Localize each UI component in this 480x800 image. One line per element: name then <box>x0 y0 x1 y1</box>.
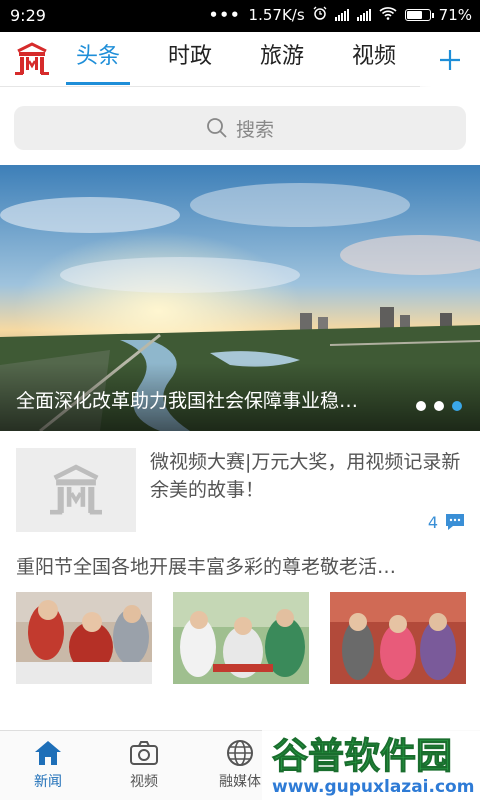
news-photo <box>16 592 152 684</box>
plus-icon <box>440 49 460 70</box>
alarm-icon <box>313 6 327 24</box>
news-item[interactable]: 微视频大赛|万元大奖，用视频记录新余美的故事！ 4 <box>16 448 468 534</box>
wifi-icon <box>379 6 397 24</box>
carousel-dot <box>416 401 426 411</box>
channel-tabbar: 头条 时政 旅游 视频 直播 <box>0 32 480 87</box>
news-photo <box>173 592 309 684</box>
news-image-row[interactable] <box>16 592 466 684</box>
nav-news[interactable]: 新闻 <box>0 731 96 800</box>
tab-travel[interactable]: 旅游 <box>248 32 316 87</box>
banner-caption: 全面深化改革助力我国社会保障事业稳… <box>0 363 480 431</box>
thumbnail-placeholder <box>16 448 136 532</box>
signal-2-icon <box>356 9 371 21</box>
nav-label: 新闻 <box>34 774 62 790</box>
battery-percent: 71% <box>438 6 472 24</box>
battery-fill <box>406 11 422 19</box>
tab-list: 头条 时政 旅游 视频 直播 <box>64 32 420 87</box>
app-logo[interactable] <box>14 42 50 76</box>
status-time: 9:29 <box>10 6 46 25</box>
news-title-2[interactable]: 重阳节全国各地开展丰富多彩的尊老敬老活… <box>16 552 466 579</box>
nav-label: 视频 <box>130 774 158 790</box>
comment-icon <box>446 514 464 530</box>
camera-icon <box>130 741 158 765</box>
nav-label: 融媒体 <box>219 774 261 790</box>
svg-text:www.gupuxlazai.com: www.gupuxlazai.com <box>272 777 474 797</box>
nav-video[interactable]: 视频 <box>96 731 192 800</box>
search-bar[interactable]: 搜索 <box>14 106 466 150</box>
battery-icon <box>404 9 434 21</box>
status-indicators: ••• 1.57K/s 71% <box>209 6 472 24</box>
signal-icon <box>334 9 349 21</box>
logo-placeholder-icon <box>50 464 102 515</box>
tab-headlines[interactable]: 头条 <box>64 32 132 87</box>
tab-video[interactable]: 视频 <box>340 32 408 87</box>
watermark: 谷普软件园 www.gupuxlazai.com <box>262 724 480 800</box>
carousel-dot <box>434 401 444 411</box>
search-icon <box>207 118 227 138</box>
globe-icon <box>227 740 253 766</box>
search-label: 搜索 <box>235 118 274 141</box>
carousel-indicator <box>416 401 462 411</box>
news-title: 微视频大赛|万元大奖，用视频记录新余美的故事！ <box>150 451 461 501</box>
tab-scroller[interactable]: 头条 时政 旅游 视频 直播 <box>64 32 420 87</box>
home-icon <box>35 741 61 765</box>
svg-text:谷普软件园: 谷普软件园 <box>272 736 452 777</box>
status-bar: 9:29 ••• 1.57K/s 71% <box>0 0 480 32</box>
comment-count[interactable]: 4 <box>428 512 466 532</box>
banner-carousel[interactable]: 全面深化改革助力我国社会保障事业稳… <box>0 165 480 431</box>
network-speed: 1.57K/s <box>248 6 305 24</box>
banner-title[interactable]: 全面深化改革助力我国社会保障事业稳… <box>16 386 396 413</box>
news-photo <box>330 592 466 684</box>
comment-count-value: 4 <box>427 512 438 532</box>
add-channel-button[interactable] <box>420 32 480 87</box>
tab-politics[interactable]: 时政 <box>156 32 224 87</box>
carousel-dot-active <box>452 401 462 411</box>
more-dots-icon: ••• <box>208 6 241 24</box>
